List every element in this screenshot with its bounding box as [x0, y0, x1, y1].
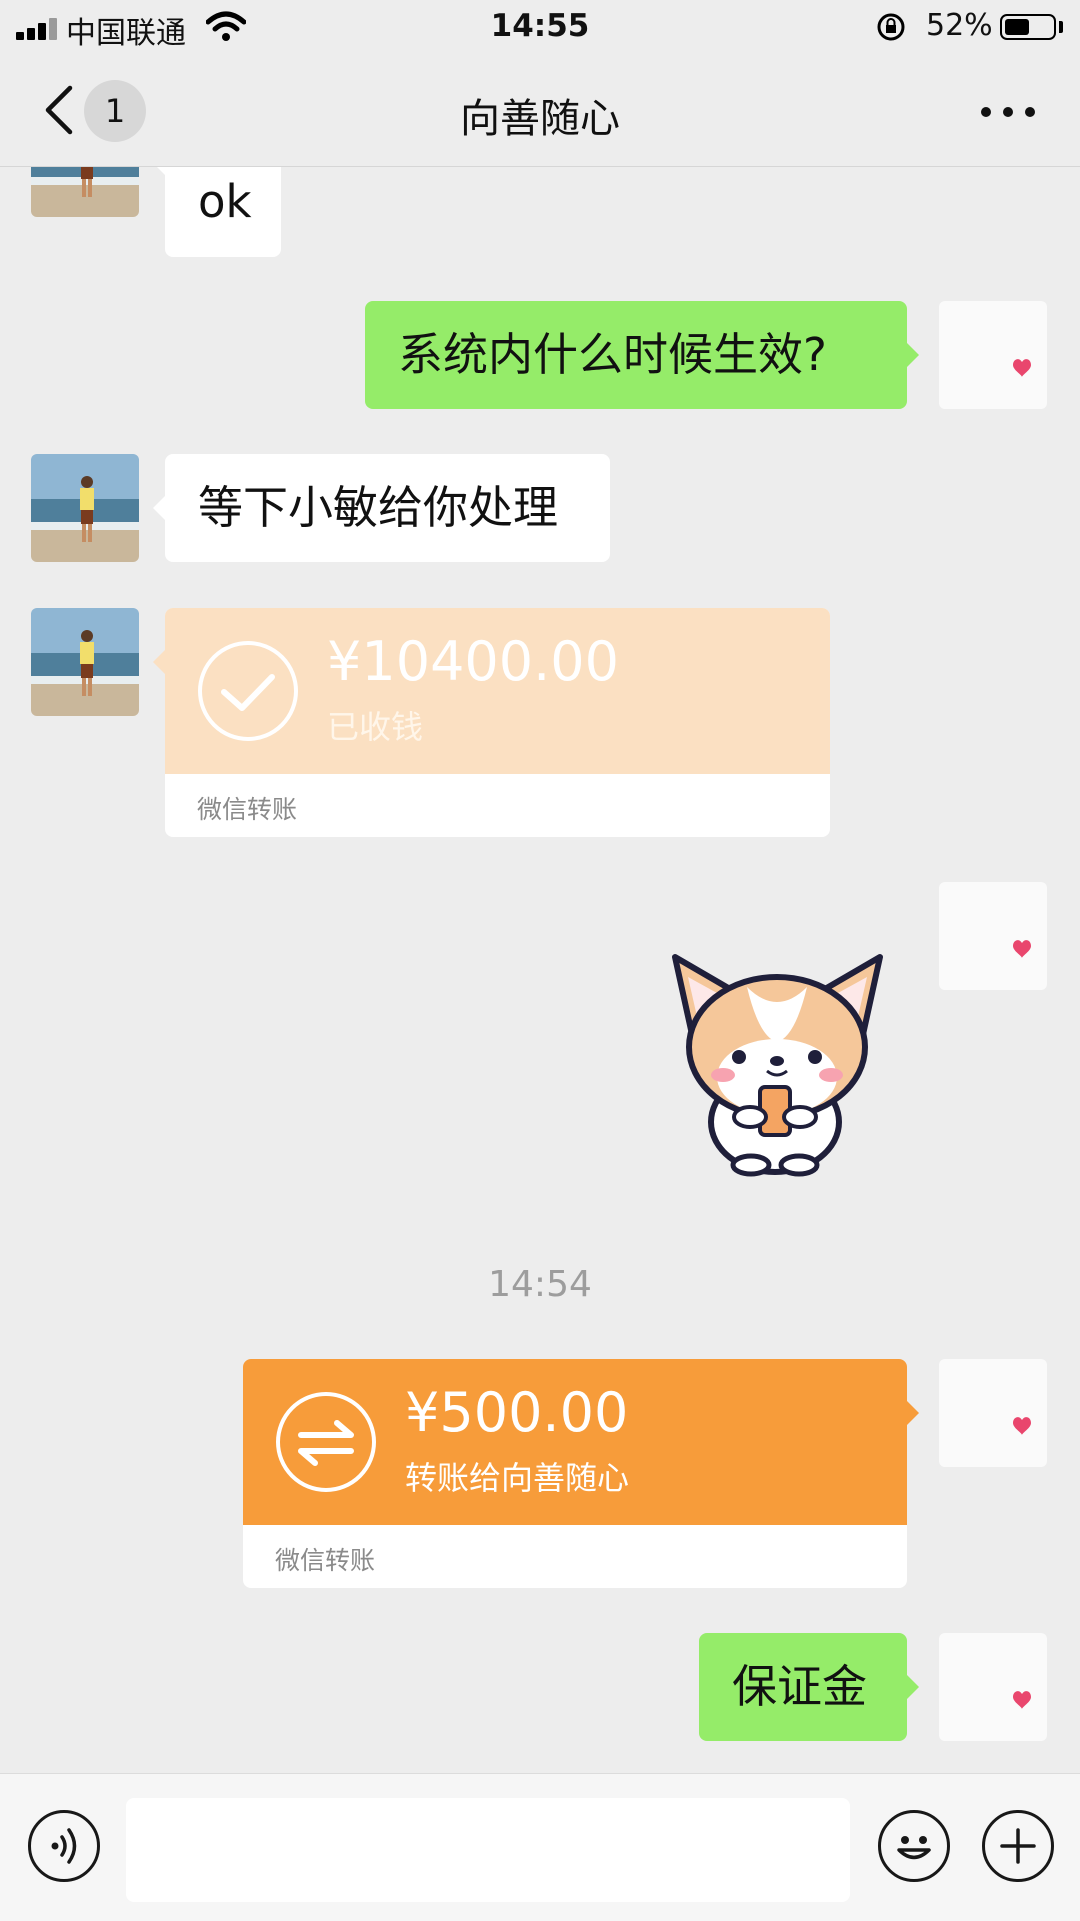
battery-percent: 52%	[926, 8, 993, 43]
self-avatar[interactable]	[939, 301, 1047, 409]
transfer-footer: 微信转账	[275, 1546, 376, 1575]
message-bubble-sent[interactable]: 系统内什么时候生效?	[365, 301, 919, 409]
input-bar	[0, 1773, 1080, 1921]
message-input[interactable]	[126, 1798, 850, 1902]
transfer-status: 已收钱	[327, 708, 424, 746]
emoji-icon[interactable]	[878, 1810, 950, 1882]
rotation-lock-icon	[877, 13, 905, 41]
transfer-card-received[interactable]: ¥10400.00 已收钱 微信转账	[165, 608, 830, 837]
message-bubble-received[interactable]: ok	[153, 167, 281, 257]
contact-avatar[interactable]	[31, 454, 139, 562]
corgi-sticker[interactable]	[655, 947, 895, 1177]
status-bar: 中国联通 14:55 52%	[0, 0, 1080, 56]
check-circle-icon	[198, 641, 298, 741]
self-avatar[interactable]	[939, 1359, 1047, 1467]
contact-avatar[interactable]	[31, 608, 139, 716]
heart-icon	[1013, 1417, 1031, 1435]
exchange-icon	[276, 1392, 376, 1492]
self-avatar[interactable]	[939, 882, 1047, 990]
transfer-amount: ¥500.00	[405, 1381, 629, 1444]
heart-icon	[1013, 940, 1031, 958]
transfer-status: 转账给向善随心	[405, 1459, 630, 1497]
message-bubble-received[interactable]: 等下小敏给你处理	[153, 454, 610, 562]
chat-header: 1 向善随心	[0, 56, 1080, 167]
message-timestamp: 14:54	[488, 1264, 592, 1305]
transfer-footer: 微信转账	[197, 795, 298, 824]
plus-icon[interactable]	[982, 1810, 1054, 1882]
heart-icon	[1013, 1691, 1031, 1709]
transfer-amount: ¥10400.00	[327, 630, 620, 693]
voice-icon[interactable]	[28, 1810, 100, 1882]
message-bubble-sent[interactable]: 保证金	[699, 1633, 919, 1741]
status-time: 14:55	[490, 8, 590, 44]
battery-icon	[1000, 14, 1056, 40]
heart-icon	[1013, 359, 1031, 377]
message-list[interactable]: ok 系统内什么时候生效? 等下小敏给你处理 ¥10400.00 已收钱 微信转…	[0, 167, 1080, 1773]
contact-avatar[interactable]	[31, 167, 139, 217]
page-title: 向善随心	[460, 96, 620, 142]
self-avatar[interactable]	[939, 1633, 1047, 1741]
more-dots-icon[interactable]	[980, 106, 1036, 118]
transfer-card-sent[interactable]: ¥500.00 转账给向善随心 微信转账	[243, 1359, 907, 1588]
